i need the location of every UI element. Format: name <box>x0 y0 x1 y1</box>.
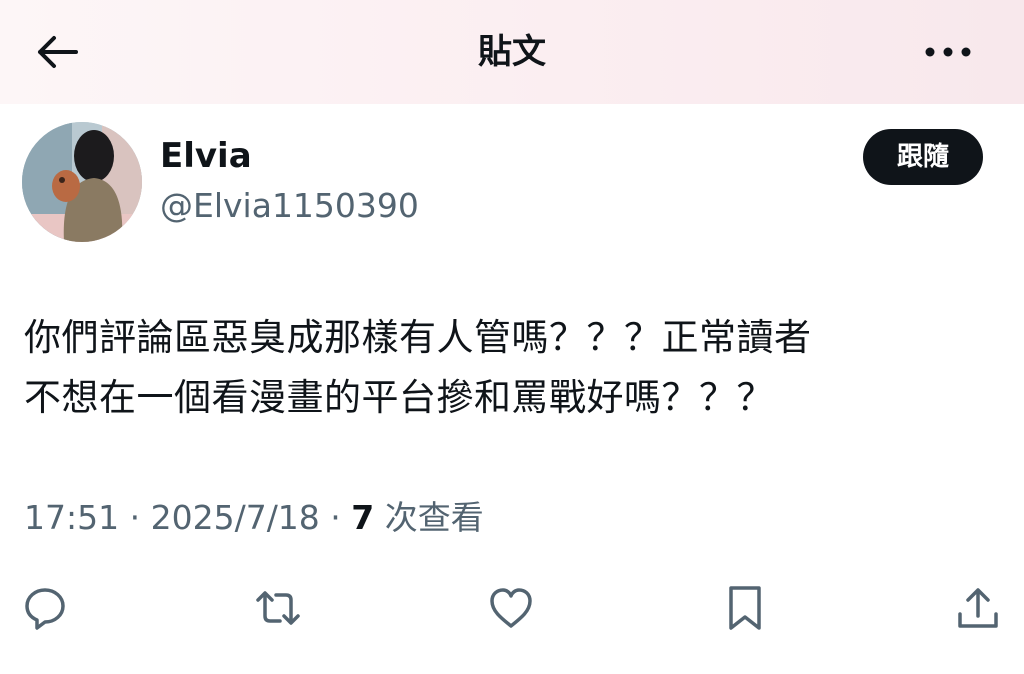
views-count: 7 <box>351 498 375 537</box>
tweet-text-line: 不想在一個看漫畫的平台摻和罵戰好嗎？？？ <box>24 376 774 419</box>
share-icon <box>958 588 998 628</box>
heart-icon <box>490 588 532 628</box>
like-button[interactable] <box>487 584 535 632</box>
avatar-photo <box>22 122 142 242</box>
page-title: 貼文 <box>478 32 546 72</box>
top-bar: 貼文 <box>0 0 1024 104</box>
views-label: 次查看 <box>374 498 484 537</box>
follow-button[interactable]: 跟隨 <box>863 129 983 185</box>
meta-separator: · <box>319 498 352 537</box>
more-horizontal-icon <box>925 47 971 57</box>
avatar[interactable] <box>22 122 142 242</box>
action-bar <box>0 580 1024 636</box>
more-options-button[interactable] <box>918 30 978 74</box>
tweet-date[interactable]: 2025/7/18 <box>151 498 320 537</box>
reply-icon <box>25 588 65 630</box>
bookmark-button[interactable] <box>721 584 769 632</box>
author-handle[interactable]: @Elvia1150390 <box>160 184 419 228</box>
meta-separator: · <box>119 498 151 537</box>
share-button[interactable] <box>954 584 1002 632</box>
tweet-time[interactable]: 17:51 <box>24 498 119 537</box>
tweet-text-line: 你們評論區惡臭成那樣有人管嗎？？？正常讀者 <box>24 316 812 359</box>
retweet-icon <box>256 591 300 625</box>
author-display-name[interactable]: Elvia <box>160 134 252 178</box>
retweet-button[interactable] <box>254 584 302 632</box>
tweet-meta: 17:51 · 2025/7/18 · 7 次查看 <box>24 494 484 542</box>
bookmark-icon <box>729 586 761 630</box>
reply-button[interactable] <box>21 584 69 632</box>
tweet-text: 你們評論區惡臭成那樣有人管嗎？？？正常讀者 不想在一個看漫畫的平台摻和罵戰好嗎？… <box>24 308 1004 428</box>
